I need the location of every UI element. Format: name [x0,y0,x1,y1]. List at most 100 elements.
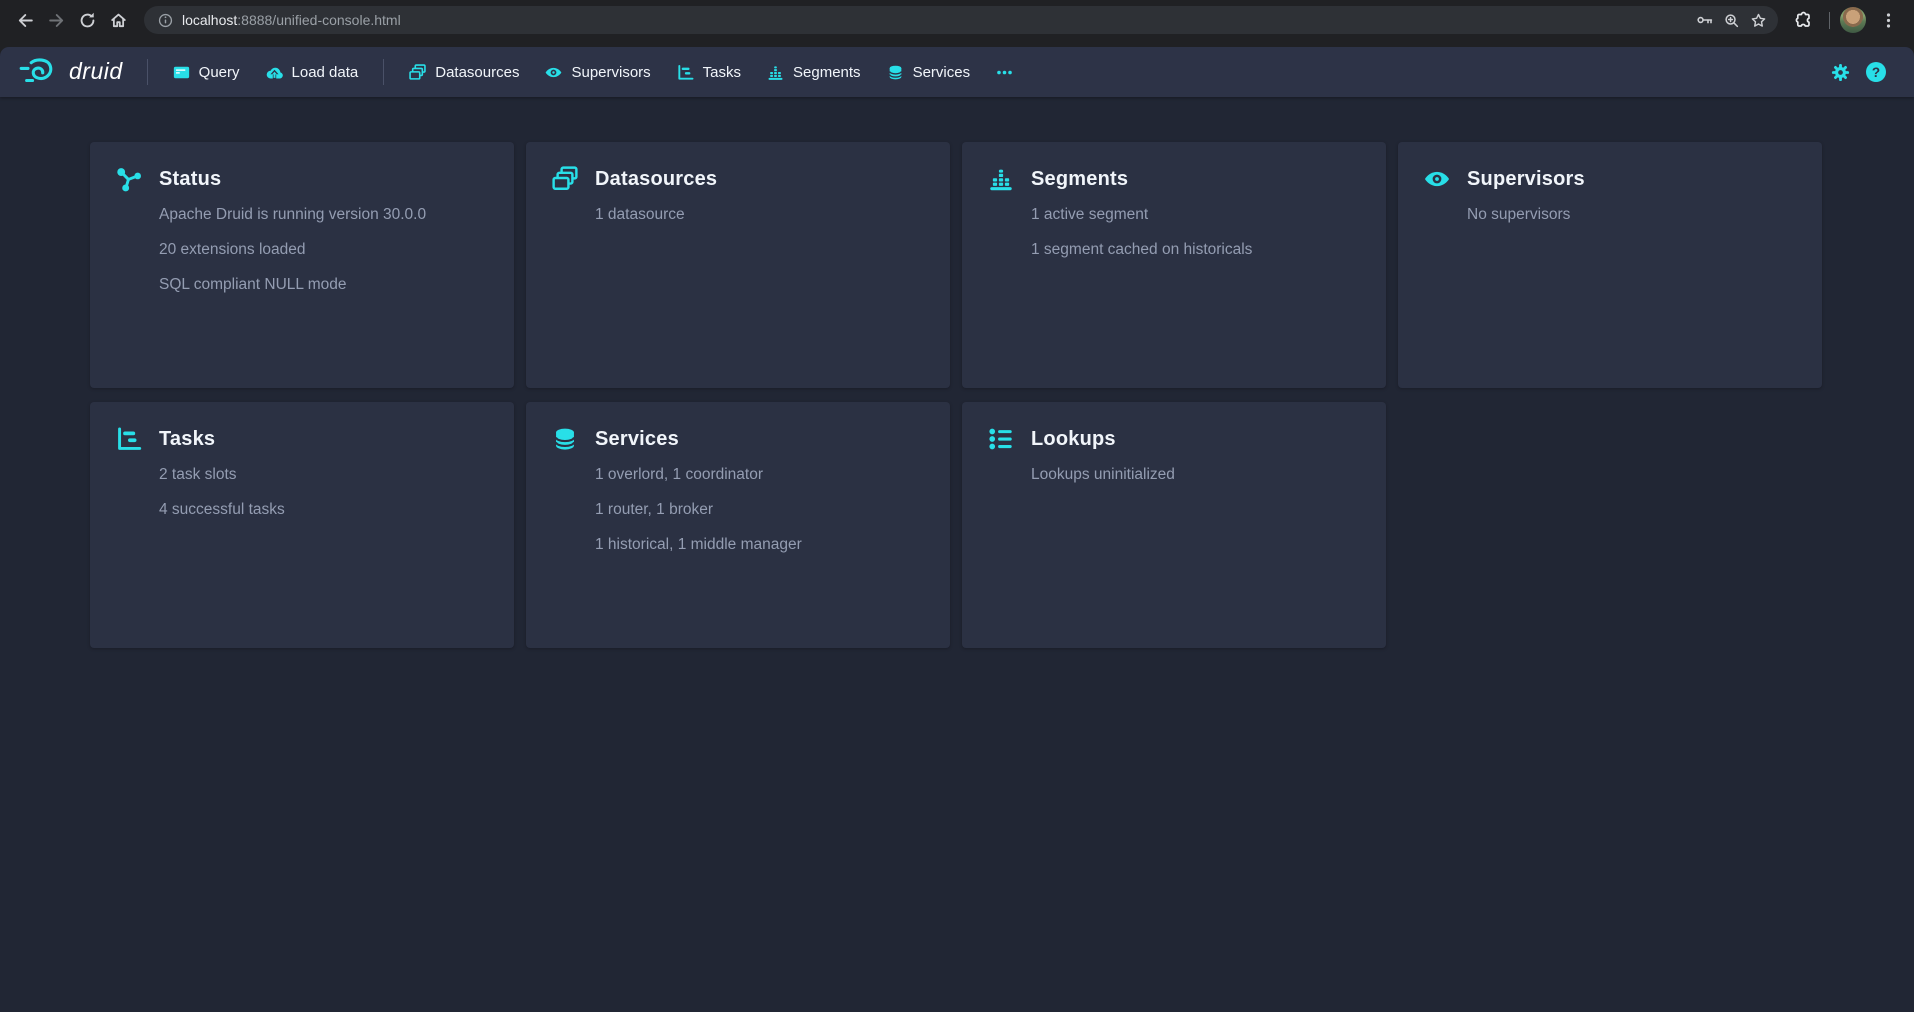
card-header: Supervisors [1424,166,1796,192]
password-manager-button[interactable] [1691,7,1718,34]
bookmark-button[interactable] [1745,7,1772,34]
card-title: Services [595,428,679,451]
nav-item-query[interactable]: Query [160,47,253,97]
back-arrow-icon [16,11,35,30]
nav-item-label: Load data [292,64,359,81]
nav-item-label: Segments [793,64,861,81]
gantt-icon [116,426,142,452]
card-stat-line: 1 historical, 1 middle manager [595,534,924,556]
gear-icon [1831,63,1850,82]
card-stat-line: 1 datasource [595,204,924,226]
nav-divider [147,59,148,85]
nav-item-more[interactable] [983,47,1026,97]
zoom-in-icon [1723,12,1740,29]
card-lines: 1 active segment 1 segment cached on hist… [988,204,1360,261]
browser-chrome: localhost:8888/unified-console.html [0,0,1914,47]
home-icon [109,11,128,30]
layers-icon [409,64,426,81]
nav-item-segments[interactable]: Segments [754,47,874,97]
card-lookups[interactable]: Lookups Lookups uninitialized [962,402,1386,648]
card-title: Lookups [1031,428,1116,451]
key-icon [1696,11,1714,29]
card-header: Lookups [988,426,1360,452]
card-status[interactable]: Status Apache Druid is running version 3… [90,142,514,388]
card-header: Status [116,166,488,192]
nav-item-label: Tasks [703,64,741,81]
home-view: Status Apache Druid is running version 3… [0,97,1914,648]
nav-item-load-data[interactable]: Load data [253,47,372,97]
nav-item-label: Supervisors [571,64,650,81]
puzzle-icon [1794,11,1813,30]
toolbar-divider [1829,12,1830,29]
reload-button[interactable] [72,5,103,36]
profile-avatar[interactable] [1840,7,1866,33]
database-icon [552,426,578,452]
gantt-icon [677,64,694,81]
extensions-button[interactable] [1788,5,1819,36]
druid-navbar: druid Query Load data Datasources Superv… [0,47,1914,97]
card-stat-line: No supervisors [1467,204,1796,226]
nav-group-views: Datasources Supervisors Tasks Segments S… [396,47,1026,97]
address-bar[interactable]: localhost:8888/unified-console.html [144,6,1778,34]
card-datasources[interactable]: Datasources 1 datasource [526,142,950,388]
stacked-bars-icon [988,166,1014,192]
eye-icon [1424,166,1450,192]
app-window-icon [173,64,190,81]
site-info-icon[interactable] [153,8,177,32]
card-title: Supervisors [1467,168,1585,191]
card-title: Status [159,168,221,191]
nav-item-label: Datasources [435,64,519,81]
card-lines: 2 task slots 4 successful tasks [116,464,488,521]
layers-icon [552,166,578,192]
druid-logo-icon [18,57,58,88]
nav-item-datasources[interactable]: Datasources [396,47,532,97]
help-glyph: ? [1872,65,1880,80]
card-supervisors[interactable]: Supervisors No supervisors [1398,142,1822,388]
card-title: Tasks [159,428,215,451]
card-lines: 1 overlord, 1 coordinator1 router, 1 bro… [552,464,924,556]
url-text: localhost:8888/unified-console.html [182,12,401,28]
card-stat-line: 4 successful tasks [159,499,488,521]
card-segments[interactable]: Segments 1 active segment 1 segment cache… [962,142,1386,388]
card-lines: 1 datasource [552,204,924,226]
card-stat-line: Lookups uninitialized [1031,464,1360,486]
eye-icon [545,64,562,81]
nav-item-services[interactable]: Services [874,47,984,97]
druid-brand[interactable]: druid [10,57,135,88]
url-host: localhost [182,12,237,28]
card-stat-line: 2 task slots [159,464,488,486]
help-button[interactable]: ? [1866,62,1886,82]
forward-button[interactable] [41,5,72,36]
reload-icon [78,11,97,30]
druid-console-page: druid Query Load data Datasources Superv… [0,47,1914,1012]
card-header: Datasources [552,166,924,192]
card-services[interactable]: Services 1 overlord, 1 coordinator1 rout… [526,402,950,648]
card-lines: No supervisors [1424,204,1796,226]
card-title: Segments [1031,168,1128,191]
nav-right-actions: ? [1831,62,1900,82]
card-stat-line: 1 segment cached on historicals [1031,239,1360,261]
nav-item-label: Services [913,64,971,81]
zoom-button[interactable] [1718,7,1745,34]
card-stat-line: SQL compliant NULL mode [159,274,488,296]
status-cards-grid: Status Apache Druid is running version 3… [90,142,1914,648]
nav-item-supervisors[interactable]: Supervisors [532,47,663,97]
card-lines: Apache Druid is running version 30.0.020… [116,204,488,296]
card-title: Datasources [595,168,717,191]
settings-button[interactable] [1831,63,1850,82]
status-node-icon [116,166,142,192]
url-path: :8888/unified-console.html [237,12,400,28]
back-button[interactable] [10,5,41,36]
cloud-upload-icon [266,64,283,81]
card-stat-line: 1 overlord, 1 coordinator [595,464,924,486]
card-stat-line: 1 active segment [1031,204,1360,226]
card-header: Services [552,426,924,452]
nav-item-tasks[interactable]: Tasks [664,47,754,97]
nav-item-label: Query [199,64,240,81]
browser-menu-button[interactable] [1873,5,1904,36]
nav-divider [383,59,384,85]
card-tasks[interactable]: Tasks 2 task slots 4 successful tasks [90,402,514,648]
forward-arrow-icon [47,11,66,30]
home-button[interactable] [103,5,134,36]
card-stat-line: Apache Druid is running version 30.0.0 [159,204,488,226]
